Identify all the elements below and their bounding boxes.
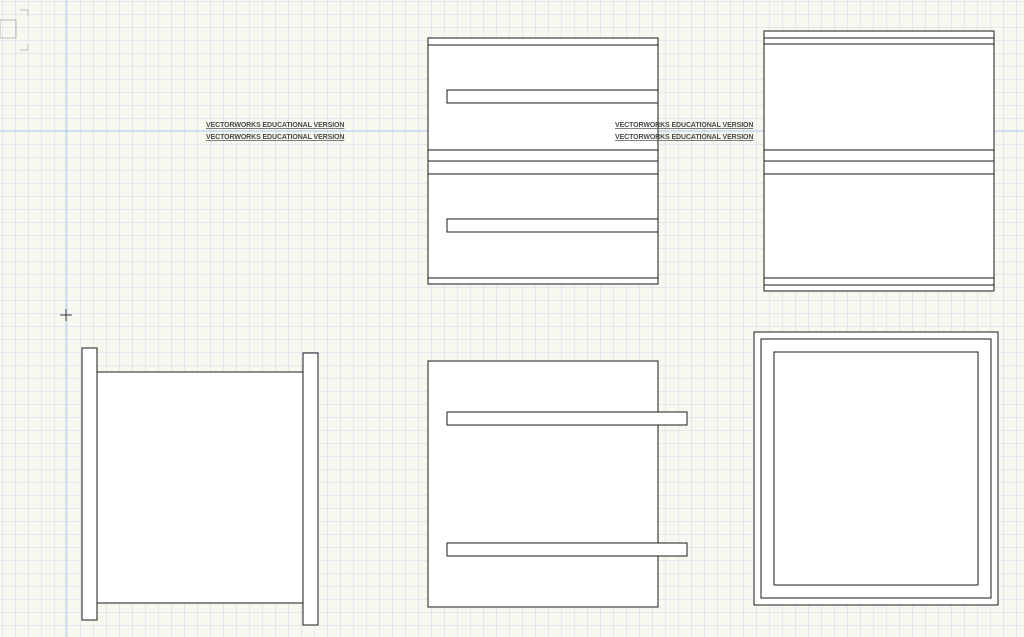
drawer-runner-upper <box>446 411 688 426</box>
drawer-handle-lower <box>446 218 659 233</box>
drawer-front-elevation[interactable] <box>427 37 659 285</box>
watermark-text: VECTORWORKS EDUCATIONAL VERSION <box>206 122 344 129</box>
drawer-front-panel <box>81 347 98 621</box>
watermark-text: VECTORWORKS EDUCATIONAL VERSION <box>615 134 753 141</box>
drawer-box-body <box>95 371 304 604</box>
drawing-svg[interactable]: VECTORWORKS EDUCATIONAL VERSION VECTORWO… <box>0 0 1024 637</box>
drawer-runner-lower <box>446 542 688 557</box>
watermark-text: VECTORWORKS EDUCATIONAL VERSION <box>615 122 753 129</box>
watermark-text: VECTORWORKS EDUCATIONAL VERSION <box>206 134 344 141</box>
drawer-side-panel <box>427 360 659 608</box>
frame-inner-outline <box>773 351 979 586</box>
drawer-side-section[interactable] <box>81 347 319 626</box>
frame-plan-view[interactable] <box>753 331 999 606</box>
drawer-handle-upper <box>446 89 659 104</box>
drawer-side-with-runners[interactable] <box>427 360 688 608</box>
drawer-back-panel <box>302 352 319 626</box>
cabinet-back-elevation[interactable] <box>763 30 995 292</box>
drawing-canvas[interactable]: VECTORWORKS EDUCATIONAL VERSION VECTORWO… <box>0 0 1024 637</box>
